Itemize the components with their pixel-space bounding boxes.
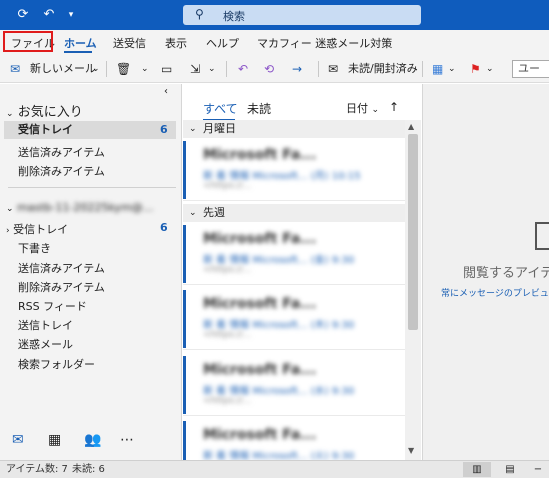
- unread-indicator: [183, 225, 186, 283]
- reading-pane-title: 閲覧するアイテ: [463, 266, 549, 281]
- module-nav: ✉ ▦ 👥 ⋯: [0, 424, 182, 460]
- group-header-monday[interactable]: ⌄ 月曜日: [183, 120, 405, 138]
- chevron-down-icon: ⌄: [371, 105, 380, 115]
- message-item[interactable]: Microsoft Fa... 新 着 情報 Microsoft... (水) …: [183, 354, 405, 416]
- new-mail-icon: ✉: [10, 62, 21, 76]
- search-people-input[interactable]: ユー: [512, 60, 549, 78]
- unread-indicator: [183, 356, 186, 414]
- mail-icon[interactable]: ✉: [12, 432, 24, 448]
- envelope-open-icon: ✉: [328, 62, 339, 76]
- ribbon-divider: [422, 61, 423, 77]
- folder-item-inbox[interactable]: › 受信トレイ: [6, 221, 68, 237]
- categorize-dropdown-icon[interactable]: ⌄: [448, 61, 456, 77]
- favorite-inbox-count: 6: [160, 123, 168, 136]
- favorites-header[interactable]: ⌄ お気に入り: [6, 101, 83, 120]
- reading-view-icon[interactable]: ▤: [496, 462, 524, 477]
- unread-indicator: [183, 421, 186, 460]
- folder-item-rss[interactable]: RSS フィード: [18, 298, 87, 314]
- message-list-scrollbar[interactable]: ▲ ▼: [405, 120, 421, 460]
- zoom-out-icon[interactable]: −: [528, 462, 548, 477]
- sort-direction-icon[interactable]: ↑: [389, 100, 399, 114]
- divider: [8, 187, 176, 188]
- chevron-down-icon: ⌄: [189, 124, 197, 134]
- unread-count: 未読: 6: [72, 464, 105, 475]
- chevron-down-icon: ⌄: [189, 208, 197, 218]
- forward-icon[interactable]: →: [292, 61, 302, 77]
- reading-pane: 閲覧するアイテ 常にメッセージのプレビューを表: [422, 84, 549, 460]
- scrollbar-thumb[interactable]: [408, 134, 418, 330]
- quick-access-dropdown-icon[interactable]: ▾: [62, 6, 80, 24]
- people-icon[interactable]: 👥: [84, 432, 101, 448]
- favorite-item-inbox[interactable]: 受信トレイ: [4, 121, 176, 139]
- flag-icon[interactable]: ⚑: [470, 61, 481, 77]
- item-count: アイテム数: 7: [6, 464, 68, 475]
- message-item[interactable]: Microsoft Fa... 新 着 情報 Microsoft... (火) …: [183, 419, 405, 462]
- ribbon-divider: [226, 61, 227, 77]
- status-bar: アイテム数: 7 未読: 6 ▥ ▤ −: [0, 460, 549, 478]
- ribbon: ✉ 新しいメール ⌄ 🗑 ⌄ ▭ ⇲ ⌄ ↶ ⟲ → ✉ 未読/開封済み ▦ ⌄…: [0, 55, 549, 83]
- move-icon[interactable]: ⇲: [190, 61, 200, 77]
- message-item[interactable]: Microsoft Fa... 新 着 情報 Microsoft... (金) …: [183, 223, 405, 285]
- archive-icon[interactable]: ▭: [161, 61, 172, 77]
- unread-indicator: [183, 141, 186, 199]
- envelope-illustration-icon: [535, 222, 549, 250]
- normal-view-icon[interactable]: ▥: [463, 462, 491, 477]
- folder-item-deleted[interactable]: 削除済みアイテム: [18, 279, 105, 295]
- search-placeholder: 検索: [223, 10, 245, 23]
- tab-mcafee-antispam[interactable]: マカフィー 迷惑メール対策: [257, 35, 392, 51]
- flag-dropdown-icon[interactable]: ⌄: [486, 61, 494, 77]
- delete-dropdown-icon[interactable]: ⌄: [141, 61, 149, 77]
- delete-icon[interactable]: 🗑: [116, 61, 131, 77]
- folder-pane: ‹ ⌄ お気に入り 受信トレイ 6 送信済みアイテム 削除済みアイテム ⌄ ma…: [0, 84, 182, 424]
- undo-icon[interactable]: ↶: [40, 6, 58, 24]
- folder-item-sent[interactable]: 送信済みアイテム: [18, 260, 105, 276]
- unread-indicator: [183, 290, 186, 348]
- unread-read-button[interactable]: 未読/開封済み: [348, 61, 418, 77]
- preview-setting-link[interactable]: 常にメッセージのプレビューを表: [441, 286, 549, 299]
- home-tab-underline: [64, 51, 92, 53]
- folder-item-outbox[interactable]: 送信トレイ: [18, 317, 73, 333]
- filter-unread-tab[interactable]: 未読: [247, 100, 271, 117]
- reply-icon[interactable]: ↶: [238, 61, 248, 77]
- chevron-right-icon: ›: [6, 226, 10, 236]
- inbox-count: 6: [160, 221, 168, 234]
- sync-icon[interactable]: ⟳: [14, 6, 32, 24]
- reply-all-icon[interactable]: ⟲: [264, 61, 274, 77]
- ribbon-divider: [106, 61, 107, 77]
- folder-item-search-folders[interactable]: 検索フォルダー: [18, 356, 95, 372]
- more-icon[interactable]: ⋯: [120, 432, 134, 448]
- group-header-last-week[interactable]: ⌄ 先週: [183, 204, 405, 222]
- ribbon-divider: [318, 61, 319, 77]
- scroll-up-icon[interactable]: ▲: [408, 122, 414, 131]
- favorite-item-sent[interactable]: 送信済みアイテム: [18, 144, 105, 160]
- message-list: すべて 未読 日付 ⌄ ↑ ⌄ 月曜日 Microsoft Fa... 新 着 …: [183, 84, 421, 462]
- title-bar: ⟳ ↶ ▾ ⚲ 検索: [0, 0, 549, 30]
- favorite-item-deleted[interactable]: 削除済みアイテム: [18, 163, 105, 179]
- folder-item-drafts[interactable]: 下書き: [18, 240, 51, 256]
- calendar-icon[interactable]: ▦: [48, 432, 61, 448]
- account-header[interactable]: ⌄ mastb-11-20225kym@…: [6, 201, 154, 214]
- categorize-icon[interactable]: ▦: [432, 61, 443, 77]
- collapse-pane-icon[interactable]: ‹: [164, 86, 168, 97]
- file-tab-highlight: [3, 31, 53, 52]
- folder-item-junk[interactable]: 迷惑メール: [18, 336, 73, 352]
- new-mail-dropdown-icon[interactable]: ⌄: [92, 61, 100, 77]
- move-dropdown-icon[interactable]: ⌄: [208, 61, 216, 77]
- filter-all-tab[interactable]: すべて: [203, 100, 238, 117]
- tab-send-receive[interactable]: 送受信: [113, 35, 146, 51]
- chevron-down-icon: ⌄: [6, 109, 14, 119]
- chevron-down-icon: ⌄: [6, 204, 14, 214]
- sort-by-date-button[interactable]: 日付 ⌄: [346, 100, 379, 116]
- tab-home[interactable]: ホーム: [64, 35, 97, 51]
- search-icon: ⚲: [195, 7, 204, 21]
- message-item[interactable]: Microsoft Fa... 新 着 情報 Microsoft... (木) …: [183, 288, 405, 350]
- scroll-down-icon[interactable]: ▼: [408, 446, 414, 455]
- tab-view[interactable]: 表示: [165, 35, 187, 51]
- message-item[interactable]: Microsoft Fa... 新 着 情報 Microsoft... (月) …: [183, 139, 405, 201]
- tab-help[interactable]: ヘルプ: [206, 35, 239, 51]
- search-box[interactable]: ⚲ 検索: [183, 5, 421, 25]
- new-mail-button[interactable]: 新しいメール: [30, 61, 96, 77]
